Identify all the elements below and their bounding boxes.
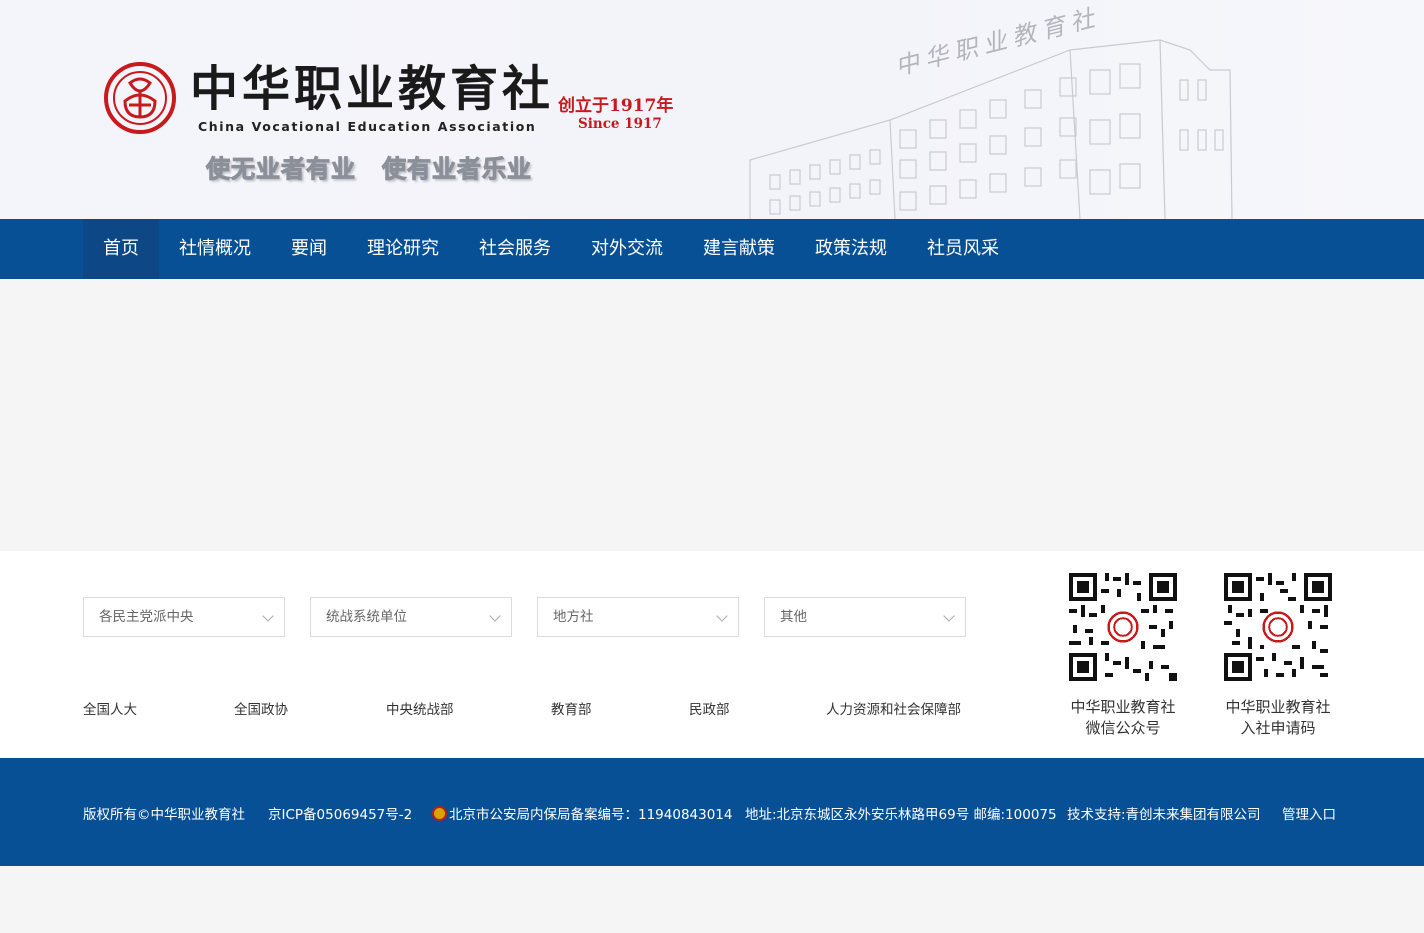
since-cn: 创立于1917年 [558,96,674,116]
select-parties[interactable]: 各民主党派中央 [83,597,285,637]
header-banner: 中华职业教育社 中华职业教育社 China Vocational Educati… [0,0,1424,219]
footer-icp-link[interactable]: 京ICP备05069457号-2 [268,803,412,823]
nav-item-social-service[interactable]: 社会服务 [459,219,571,279]
footer-admin-link[interactable]: 管理入口 [1282,803,1336,823]
friend-link[interactable]: 人力资源和社会保障部 [826,698,961,718]
qr-caption-line: 入社申请码 [1240,719,1316,737]
qr-code-join [1224,573,1332,681]
links-section: 各民主党派中央 统战系统单位 地方社 其他 全国人大 全国政协 中央统战部 教育… [0,551,1424,758]
friend-link[interactable]: 中央统战部 [386,698,454,718]
slogan-2: 使有业者乐业 [382,155,532,184]
slogan: 使无业者有业 使有业者乐业 [206,149,558,184]
select-other[interactable]: 其他 [764,597,966,637]
footer-police[interactable]: 北京市公安局内保局备案编号：11940843014 [432,803,732,823]
chevron-down-icon [489,610,501,622]
nav-item-policy[interactable]: 政策法规 [795,219,907,279]
friend-link[interactable]: 民政部 [689,698,730,718]
select-united-front[interactable]: 统战系统单位 [310,597,512,637]
nav-item-overview[interactable]: 社情概况 [159,219,271,279]
footer-tech-support[interactable]: 技术支持:青创未来集团有限公司 [1067,803,1261,823]
nav-item-research[interactable]: 理论研究 [347,219,459,279]
nav-item-home[interactable]: 首页 [83,219,159,279]
friend-link[interactable]: 全国人大 [83,698,137,718]
nav-item-members[interactable]: 社员风采 [907,219,1019,279]
qr-caption-join: 中华职业教育社 入社申请码 [1213,697,1343,739]
qr-caption-line: 中华职业教育社 [1225,698,1331,716]
main-nav: 首页 社情概况 要闻 理论研究 社会服务 对外交流 建言献策 政策法规 社员风采 [0,219,1424,279]
friend-link[interactable]: 教育部 [551,698,592,718]
qr-caption-line: 中华职业教育社 [1070,698,1176,716]
nav-item-exchange[interactable]: 对外交流 [571,219,683,279]
slogan-1: 使无业者有业 [206,155,356,184]
chevron-down-icon [262,610,274,622]
select-label: 各民主党派中央 [99,609,194,625]
select-local[interactable]: 地方社 [537,597,739,637]
select-label: 地方社 [553,609,594,625]
logo-seal-icon [104,62,176,134]
footer-copyright: 版权所有©中华职业教育社 [83,807,245,823]
qr-code-wechat [1069,573,1177,681]
qr-caption-wechat: 中华职业教育社 微信公众号 [1058,697,1188,739]
police-badge-icon [432,806,447,821]
chevron-down-icon [943,610,955,622]
footer-address: 地址:北京东城区永外安乐林路甲69号 邮编:100075 [745,807,1057,823]
footer-police-text: 北京市公安局内保局备案编号：11940843014 [449,807,733,823]
qr-caption-line: 微信公众号 [1085,719,1161,737]
footer: 版权所有©中华职业教育社 京ICP备05069457号-2 北京市公安局内保局备… [0,758,1424,866]
nav-item-suggestions[interactable]: 建言献策 [683,219,795,279]
nav-item-news[interactable]: 要闻 [271,219,347,279]
select-label: 统战系统单位 [326,609,407,625]
friend-link[interactable]: 全国政协 [234,698,288,718]
site-title-cn: 中华职业教育社 [190,61,555,117]
chevron-down-icon [716,610,728,622]
select-label: 其他 [780,609,807,625]
site-title-en: China Vocational Education Association [198,119,537,134]
since-en: Since 1917 [578,116,662,132]
